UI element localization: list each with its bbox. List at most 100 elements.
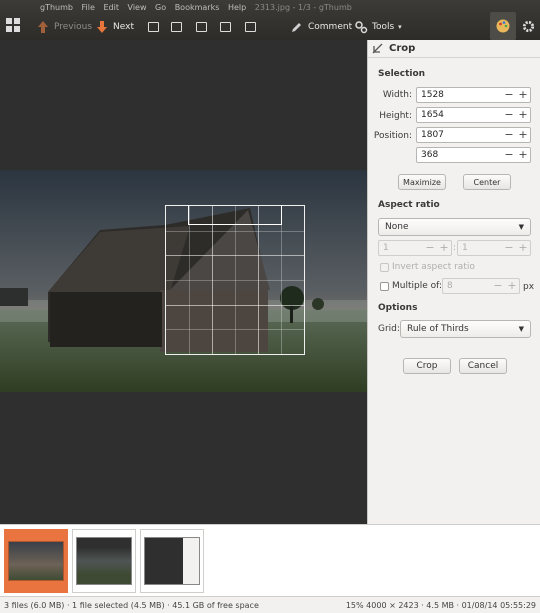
width-increment-button[interactable]: + (516, 88, 530, 102)
multiple-of-increment-button[interactable]: + (505, 279, 519, 293)
height-value[interactable]: 1654 (417, 110, 502, 120)
multiple-of-value: 8 (447, 281, 453, 291)
grid-select[interactable]: Rule of Thirds ▼ (400, 320, 531, 338)
properties-icon (243, 20, 257, 34)
position-x-decrement-button[interactable]: − (502, 128, 516, 142)
invert-aspect-checkbox[interactable] (380, 263, 389, 272)
position-y-decrement-button[interactable]: − (502, 148, 516, 162)
maximize-button[interactable]: Maximize (398, 174, 446, 190)
image-viewer[interactable] (0, 40, 367, 524)
menu-item-bookmarks[interactable]: Bookmarks (175, 3, 220, 12)
pencil-icon (290, 20, 304, 34)
ratio-width-value: 1 (383, 243, 389, 253)
thumbnail-image (76, 537, 132, 585)
crop-selection-rectangle[interactable] (165, 205, 305, 355)
edit-palette-button[interactable] (490, 12, 516, 40)
grid-line-h5 (166, 329, 304, 331)
ratio-height-increment-button[interactable]: + (516, 241, 530, 255)
height-label: Height: (379, 111, 412, 121)
ratio-width-increment-button[interactable]: + (437, 241, 451, 255)
ratio-width-decrement-button[interactable]: − (423, 241, 437, 255)
crop-icon (372, 43, 383, 54)
position-x-spinner[interactable]: 1807 − + (416, 127, 531, 143)
zoom-fit-icon (218, 20, 232, 34)
properties-button[interactable] (243, 17, 257, 37)
width-spinner[interactable]: 1528 − + (416, 87, 531, 103)
menu-item-app[interactable]: gThumb (40, 3, 73, 12)
tools-icon (354, 20, 368, 34)
zoom-fit-button[interactable] (218, 17, 232, 37)
window-title: 2313.jpg - 1/3 - gThumb (254, 3, 352, 12)
selection-section-title: Selection (378, 69, 426, 79)
position-y-value[interactable]: 368 (417, 150, 502, 160)
ratio-height-spinner[interactable]: 1 − + (457, 240, 531, 256)
gear-button[interactable] (518, 16, 538, 36)
thumbnail-1[interactable] (4, 529, 68, 593)
position-y-spinner[interactable]: 368 − + (416, 147, 531, 163)
next-label: Next (113, 22, 134, 32)
aspect-ratio-value: None (385, 222, 409, 232)
menu-item-edit[interactable]: Edit (103, 3, 119, 12)
rotate-left-button[interactable] (169, 17, 183, 37)
crop-button[interactable]: Crop (403, 358, 451, 374)
tools-button[interactable]: Tools ▾ (354, 17, 402, 37)
height-decrement-button[interactable]: − (502, 108, 516, 122)
grid-value: Rule of Thirds (407, 324, 469, 334)
width-value[interactable]: 1528 (417, 90, 502, 100)
ratio-width-spinner[interactable]: 1 − + (378, 240, 452, 256)
app-menu-icon[interactable] (6, 18, 20, 32)
multiple-of-checkbox[interactable] (380, 282, 389, 291)
crop-panel-header: Crop (368, 40, 540, 58)
position-x-increment-button[interactable]: + (516, 128, 530, 142)
tools-label: Tools (372, 22, 395, 32)
aspect-ratio-section-title: Aspect ratio (378, 200, 440, 210)
multiple-of-spinner[interactable]: 8 − + (442, 278, 520, 294)
options-section-title: Options (378, 303, 418, 313)
comment-button[interactable]: Comment (290, 17, 352, 37)
grid-line-h4 (166, 280, 304, 281)
thumbnail-2[interactable] (72, 529, 136, 593)
position-x-value[interactable]: 1807 (417, 130, 502, 140)
rotate-right-icon (194, 20, 208, 34)
thumbnail-image (144, 537, 200, 585)
invert-aspect-label: Invert aspect ratio (392, 262, 475, 272)
thumbnail-3[interactable] (140, 529, 204, 593)
position-y-increment-button[interactable]: + (516, 148, 530, 162)
crop-handle-top[interactable] (188, 205, 282, 225)
menu-item-help[interactable]: Help (228, 3, 246, 12)
chevron-down-icon: ▼ (518, 223, 524, 231)
gear-icon (522, 20, 534, 32)
ratio-height-value: 1 (462, 243, 468, 253)
menu-item-go[interactable]: Go (155, 3, 166, 12)
menu-item-file[interactable]: File (82, 3, 95, 12)
palette-icon (496, 19, 510, 33)
ratio-height-decrement-button[interactable]: − (502, 241, 516, 255)
width-decrement-button[interactable]: − (502, 88, 516, 102)
multiple-of-decrement-button[interactable]: − (491, 279, 505, 293)
previous-button[interactable]: Previous (36, 17, 92, 37)
fullscreen-icon (146, 20, 160, 34)
main-toolbar: gThumb File Edit View Go Bookmarks Help … (0, 0, 540, 40)
rotate-left-icon (169, 20, 183, 34)
height-increment-button[interactable]: + (516, 108, 530, 122)
next-button[interactable]: Next (95, 17, 134, 37)
thumbnail-image (8, 541, 64, 581)
height-spinner[interactable]: 1654 − + (416, 107, 531, 123)
menu-bar: gThumb File Edit View Go Bookmarks Help … (40, 3, 358, 12)
aspect-ratio-select[interactable]: None ▼ (378, 218, 531, 236)
center-button[interactable]: Center (463, 174, 511, 190)
crop-sidebar: Crop Selection Width: 1528 − + Height: 1… (367, 40, 540, 524)
chevron-down-icon: ▼ (518, 325, 524, 333)
thumbnail-strip (0, 524, 540, 596)
fullscreen-button[interactable] (146, 17, 160, 37)
cancel-button[interactable]: Cancel (459, 358, 507, 374)
status-files-info: 3 files (6.0 MB) · 1 file selected (4.5 … (4, 600, 259, 610)
comment-label: Comment (308, 22, 353, 32)
ratio-separator: : (453, 243, 457, 253)
rotate-right-button[interactable] (194, 17, 208, 37)
grid-line-h3 (166, 230, 304, 232)
width-label: Width: (382, 90, 412, 100)
menu-item-view[interactable]: View (128, 3, 147, 12)
status-image-info: 15% 4000 × 2423 · 4.5 MB · 01/08/14 05:5… (345, 600, 536, 610)
chevron-down-icon: ▾ (398, 23, 402, 31)
